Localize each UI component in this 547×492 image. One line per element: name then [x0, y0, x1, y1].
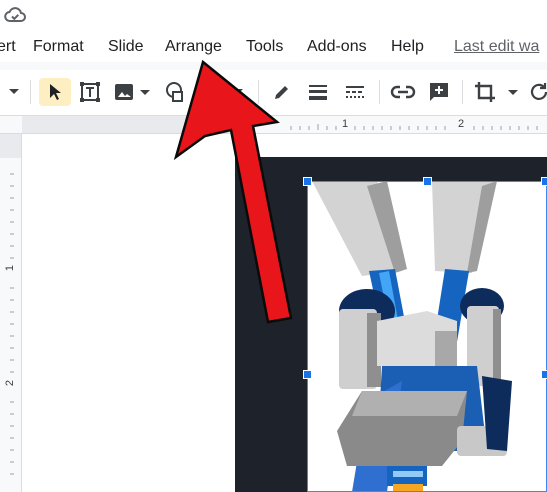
reset-image-icon[interactable]: [528, 78, 547, 106]
toolbar-divider: [462, 80, 463, 104]
ruler-label: 2: [458, 118, 465, 130]
toolbar-divider: [30, 80, 31, 104]
selection-box: [307, 181, 547, 492]
title-bar: [0, 0, 547, 32]
resize-handle-right[interactable]: [541, 370, 547, 379]
line-dropdown-icon[interactable]: [228, 78, 248, 106]
image-icon[interactable]: [112, 78, 152, 106]
toolbar-divider: [258, 80, 259, 104]
horizontal-ruler[interactable]: 1 2: [0, 116, 547, 134]
toolbar: [0, 70, 547, 116]
last-edit-link[interactable]: Last edit wa: [454, 38, 539, 56]
vertical-ruler[interactable]: 1 2: [0, 134, 22, 492]
select-cursor-icon[interactable]: [39, 78, 71, 106]
shape-icon[interactable]: [160, 78, 196, 106]
menu-slide[interactable]: Slide: [108, 38, 144, 56]
cloud-saved-icon[interactable]: [4, 6, 26, 29]
crop-icon[interactable]: [472, 78, 522, 106]
dropdown-arrow-icon[interactable]: [4, 78, 24, 106]
toolbar-divider: [379, 80, 380, 104]
resize-handle-top[interactable]: [423, 177, 432, 186]
menu-add-ons[interactable]: Add-ons: [307, 38, 367, 56]
menu-help[interactable]: Help: [391, 38, 424, 56]
link-icon[interactable]: [388, 78, 418, 106]
ruler-label: 2: [4, 379, 17, 387]
menu-arrange[interactable]: Arrange: [165, 38, 222, 56]
border-dash-icon[interactable]: [341, 78, 369, 106]
border-weight-icon[interactable]: [304, 78, 332, 106]
menu-bar: ert Format Slide Arrange Tools Add-ons H…: [0, 32, 547, 62]
text-box-icon[interactable]: [76, 78, 104, 106]
resize-handle-top-right[interactable]: [541, 177, 547, 186]
resize-handle-left[interactable]: [303, 370, 312, 379]
add-comment-icon[interactable]: [424, 78, 454, 106]
menu-insert[interactable]: ert: [0, 38, 16, 56]
pen-icon[interactable]: [268, 78, 296, 106]
ruler-label: 1: [342, 118, 349, 130]
menu-tools[interactable]: Tools: [246, 38, 283, 56]
resize-handle-top-left[interactable]: [303, 177, 312, 186]
menu-format[interactable]: Format: [33, 38, 84, 56]
ruler-label: 1: [4, 264, 17, 272]
